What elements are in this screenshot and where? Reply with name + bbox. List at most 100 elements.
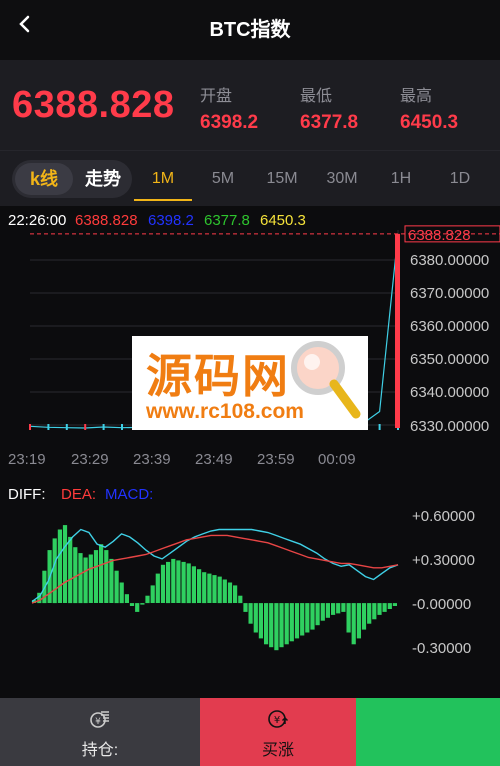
macd-legend-label: DIFF: [8, 486, 46, 503]
macd-bar [227, 582, 233, 604]
watermark: 源码网 www.rc108.com [132, 336, 368, 430]
macd-bar [387, 603, 392, 609]
app-header: BTC指数 [0, 0, 500, 60]
macd-bar [202, 572, 207, 604]
macd-y-tick-label: +0.30000 [412, 552, 475, 569]
x-tick-label: 23:59 [257, 451, 295, 468]
page-title: BTC指数 [209, 19, 291, 41]
macd-bar [274, 603, 279, 651]
macd-bar [279, 603, 284, 648]
x-tick-label: 00:09 [318, 451, 356, 468]
macd-bar [320, 603, 325, 621]
macd-bar [124, 594, 129, 603]
magnifier-icon [291, 341, 361, 419]
macd-bar [129, 603, 135, 606]
macd-bar [222, 579, 227, 603]
trade-footer: ¥ 持仓: ¥ 买涨 [0, 698, 500, 766]
macd-bar [233, 585, 238, 603]
macd-bar [356, 603, 361, 639]
last-price: 6388.828 [12, 84, 175, 126]
y-tick-label: 6388.828 [408, 227, 471, 244]
price-candle [65, 424, 68, 430]
macd-bar [392, 603, 397, 606]
svg-text:¥: ¥ [95, 717, 101, 727]
chart-area[interactable]: 22:26:00 6388.828 6398.2 6377.8 6450.3 6388.8… [0, 206, 500, 700]
macd-bar [351, 603, 356, 645]
stat-label: 开盘 [200, 88, 233, 105]
buy-down-button[interactable] [356, 698, 500, 766]
stat-label: 最低 [300, 88, 333, 105]
macd-bar [176, 560, 181, 603]
price-candle [84, 424, 87, 430]
macd-bar [258, 603, 263, 639]
timeframe-1h[interactable]: 1H [371, 151, 431, 207]
macd-bar [315, 603, 320, 626]
macd-bar [325, 603, 330, 618]
tab-trend[interactable]: 走势 [76, 163, 130, 195]
y-tick-label: 6340.00000 [410, 384, 489, 401]
macd-bar [367, 603, 372, 624]
y-tick-label: 6330.00000 [410, 418, 489, 435]
timeframe-1m[interactable]: 1M [133, 151, 193, 207]
info-value: 6377.8 [204, 212, 250, 229]
macd-bar [248, 603, 253, 624]
buy-up-label: 买涨 [261, 742, 294, 759]
macd-bar [217, 576, 222, 604]
timeframe-5m[interactable]: 5M [193, 151, 253, 207]
macd-bar [160, 564, 166, 603]
chart-svg: 22:26:00 6388.828 6398.2 6377.8 6450.3 6388.8… [8, 212, 500, 657]
macd-bar [294, 603, 300, 639]
stat-label: 最高 [400, 88, 433, 105]
macd-bar [191, 566, 196, 604]
x-tick-label: 23:29 [71, 451, 109, 468]
macd-bar [119, 582, 124, 604]
macd-bar [57, 529, 62, 603]
info-value: 6388.828 [75, 212, 138, 229]
macd-bar [145, 595, 150, 604]
hold-button[interactable]: ¥ 持仓: [0, 698, 200, 766]
macd-bar [109, 558, 114, 603]
macd-bar [135, 603, 140, 612]
tab-kline[interactable]: k线 [15, 163, 73, 195]
macd-bar [171, 558, 176, 603]
x-tick-label: 23:39 [133, 451, 171, 468]
macd-bar [150, 585, 155, 603]
macd-y-tick-label: -0.00000 [412, 596, 471, 613]
macd-bar [166, 561, 171, 604]
macd-bar [104, 550, 109, 603]
price-candle [121, 424, 123, 430]
price-candle [47, 424, 50, 430]
info-value: 6450.3 [260, 212, 306, 229]
buy-up-button[interactable]: ¥ 买涨 [200, 698, 356, 766]
macd-bar [300, 603, 305, 636]
macd-bar [88, 554, 93, 603]
watermark-text: 源码网 [146, 350, 290, 402]
macd-bar [114, 570, 119, 604]
price-candle [378, 424, 381, 430]
yen-up-icon: ¥ [268, 710, 289, 728]
macd-bar [238, 595, 243, 604]
macd-bar [52, 538, 57, 604]
timeframe-15m[interactable]: 15M [252, 151, 312, 207]
stat-value: 6377.8 [300, 112, 359, 133]
macd-bar [140, 603, 145, 605]
timeframe-1d[interactable]: 1D [430, 151, 490, 207]
price-candle [102, 424, 105, 430]
macd-bar [331, 603, 336, 615]
chart-tabs: k线 走势 1M 5M 15M 30M 1H 1D [0, 150, 500, 206]
macd-bar [181, 561, 186, 604]
macd-bar [253, 603, 258, 633]
macd-bar [310, 603, 315, 630]
macd-bar [83, 557, 88, 604]
timeframe-30m[interactable]: 30M [312, 151, 372, 207]
y-tick-label: 6370.00000 [410, 285, 489, 302]
macd-bar [305, 603, 310, 633]
macd-legend-label: MACD: [105, 486, 153, 503]
coin-stack-icon: ¥ [90, 711, 109, 728]
stat-value: 6398.2 [200, 112, 259, 133]
macd-bar [269, 603, 274, 648]
info-time: 22:26:00 [8, 212, 66, 229]
macd-bar [264, 603, 269, 645]
macd-bar [186, 563, 191, 604]
watermark-url: www.rc108.com [146, 400, 304, 423]
